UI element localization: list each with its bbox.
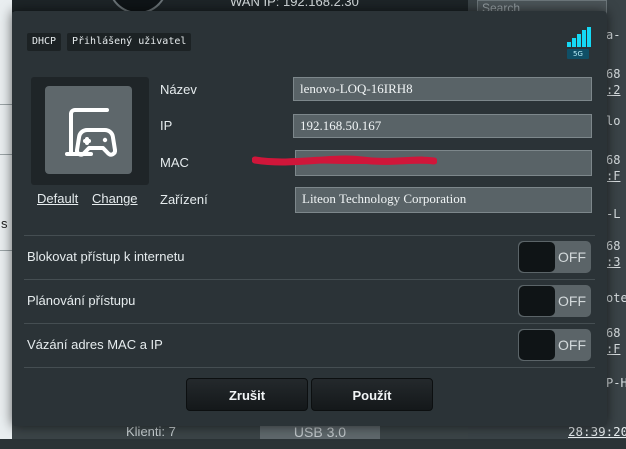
toggle-knob: [519, 330, 555, 360]
block-internet-label: Blokovat přístup k internetu: [27, 249, 185, 264]
list-item[interactable]: 68: [606, 153, 626, 167]
client-edit-dialog: DHCP Přihlášený uživatel 5G Default Chan…: [12, 11, 607, 426]
list-item[interactable]: a-: [606, 28, 626, 42]
wifi-5g-icon: 5G: [565, 27, 591, 59]
ip-label: IP: [160, 118, 173, 133]
clients-count[interactable]: Klienti: 7: [126, 424, 176, 439]
divider: [24, 235, 595, 236]
device-label: Zařízení: [160, 192, 208, 207]
change-avatar-link[interactable]: Change: [92, 191, 138, 206]
block-internet-toggle[interactable]: OFF: [518, 241, 591, 273]
list-item[interactable]: 68: [606, 326, 626, 340]
list-item[interactable]: ote: [606, 291, 626, 305]
list-item[interactable]: -L: [606, 207, 626, 221]
name-field[interactable]: lenovo-LOQ-16IRH8: [293, 77, 592, 101]
divider: [24, 367, 595, 368]
toggle-state: OFF: [558, 293, 586, 309]
mac-redaction-scribble: [252, 155, 437, 166]
toggle-knob: [519, 242, 555, 272]
divider: [24, 279, 595, 280]
computer-gamepad-icon: [45, 86, 132, 174]
device-avatar: [31, 77, 149, 185]
list-item[interactable]: 68: [606, 239, 626, 253]
list-item[interactable]: :F: [606, 342, 626, 356]
background-text-fragment: s: [1, 216, 8, 231]
list-item[interactable]: :3: [606, 255, 626, 269]
apply-button[interactable]: Použít: [311, 378, 433, 411]
ip-field[interactable]: 192.168.50.167: [293, 114, 592, 138]
device-field[interactable]: Liteon Technology Corporation: [295, 187, 592, 213]
mac-ip-binding-toggle[interactable]: OFF: [518, 329, 591, 361]
toggle-knob: [519, 286, 555, 316]
toggle-state: OFF: [558, 337, 586, 353]
wifi-band-label: 5G: [567, 49, 589, 59]
list-item[interactable]: :2: [606, 83, 626, 97]
mac-ip-binding-label: Vázání adres MAC a IP: [27, 337, 163, 352]
access-schedule-label: Plánování přístupu: [27, 293, 136, 308]
name-label: Název: [160, 82, 197, 97]
toggle-state: OFF: [558, 249, 586, 265]
default-avatar-link[interactable]: Default: [37, 191, 78, 206]
list-item[interactable]: lo: [606, 114, 626, 128]
list-item[interactable]: P-H: [606, 376, 626, 390]
logged-user-tag: Přihlášený uživatel: [67, 33, 192, 51]
list-item[interactable]: 68: [606, 67, 626, 81]
divider: [24, 323, 595, 324]
list-item[interactable]: :F: [606, 169, 626, 183]
wan-ip-label: WAN IP: 192.168.2.30: [230, 0, 359, 9]
access-schedule-toggle[interactable]: OFF: [518, 285, 591, 317]
mac-label: MAC: [160, 155, 189, 170]
cancel-button[interactable]: Zrušit: [186, 378, 308, 411]
list-item-time[interactable]: 28:39:20: [568, 424, 626, 439]
dhcp-tag: DHCP: [27, 33, 62, 51]
